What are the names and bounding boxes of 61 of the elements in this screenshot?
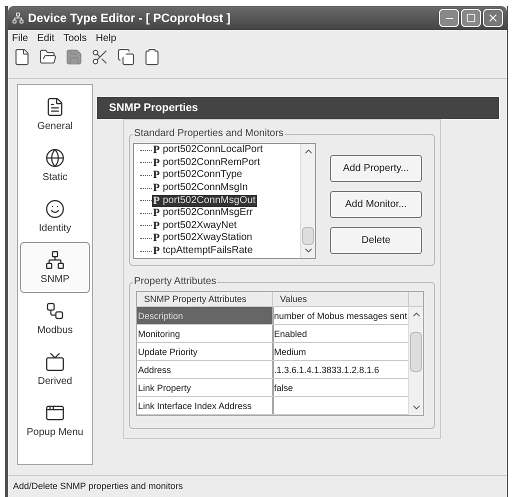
action-button[interactable]: Add Property... xyxy=(330,155,422,182)
table-cell[interactable]: .1.3.6.1.4.1.3833.1.2.8.1.6 xyxy=(274,361,408,378)
table-cell[interactable]: Monitoring xyxy=(137,325,274,342)
menu-item[interactable]: Help xyxy=(96,30,116,46)
sidebar-item[interactable]: Modbus xyxy=(20,293,90,344)
section-header: SNMP Properties xyxy=(97,97,499,119)
table-cell[interactable]: Link Property xyxy=(137,379,274,396)
list-item[interactable]: P tcpAttemptFailsRate xyxy=(152,245,254,258)
globe-icon xyxy=(45,148,65,168)
sidebar-item[interactable]: General xyxy=(20,89,90,140)
sidebar-item[interactable]: Identity xyxy=(20,191,90,242)
list-item[interactable]: P port502ConnType xyxy=(152,169,244,182)
list-item[interactable]: P port502ConnMsgIn xyxy=(152,182,249,194)
sidebar-item[interactable]: Derived xyxy=(20,344,90,395)
table-cell[interactable]: Enabled xyxy=(274,325,408,342)
smiley-icon xyxy=(45,198,65,218)
menu-item[interactable]: Tools xyxy=(63,30,87,46)
menu-item[interactable]: File xyxy=(12,30,28,46)
network-icon xyxy=(45,300,65,320)
table-cell[interactable]: Update Priority xyxy=(137,343,274,360)
minimize-button[interactable] xyxy=(439,9,459,27)
maximize-icon xyxy=(466,13,476,23)
list-item[interactable]: P port502ConnLocalPort xyxy=(152,144,264,156)
copy-icon[interactable] xyxy=(116,47,136,67)
tv-icon xyxy=(45,352,65,372)
sidebar-item[interactable]: Static xyxy=(20,140,90,191)
table-cell[interactable]: Medium xyxy=(274,343,408,360)
sidebar-item[interactable]: Popup Menu xyxy=(20,395,90,446)
table-cell[interactable]: Link Interface Index Address xyxy=(137,397,274,414)
menu-item[interactable]: Edit xyxy=(37,30,54,46)
table-cell[interactable]: Description xyxy=(137,307,274,324)
list-item[interactable]: P port502XwayNet xyxy=(152,220,238,232)
status-text: Add/Delete SNMP properties and monitors xyxy=(13,480,183,493)
list-item[interactable]: P port502ConnMsgErr xyxy=(152,207,254,220)
table-cell[interactable]: number of Mobus messages sent xyxy=(274,307,408,324)
group-title: Standard Properties and Monitors xyxy=(133,127,285,141)
list-item[interactable]: P port502XwayStation xyxy=(152,232,254,244)
list-item[interactable]: P port502ConnMsgOut xyxy=(152,194,257,207)
table-cell[interactable]: false xyxy=(274,379,408,396)
scrollbar[interactable] xyxy=(300,144,315,258)
scroll-thumb[interactable] xyxy=(410,332,422,372)
column-header[interactable]: Values xyxy=(273,292,409,306)
sidebar-item[interactable]: SNMP xyxy=(20,242,90,293)
table-cell[interactable]: Address xyxy=(137,361,274,378)
maximize-button[interactable] xyxy=(461,9,481,27)
close-icon xyxy=(487,12,499,24)
action-button[interactable]: Add Monitor... xyxy=(330,191,422,218)
close-button[interactable] xyxy=(483,9,503,27)
action-button[interactable]: Delete xyxy=(330,227,422,254)
scroll-thumb[interactable] xyxy=(302,227,314,245)
document-icon xyxy=(45,96,65,116)
property-list[interactable]: P port502ConnLocalPort P port502ConnRemPort P port502ConnType P port502ConnMsgIn P port502ConnMsgOut P port502ConnMsgErr P port502XwayNet P port502XwayStation P tcpAttemptFailsRate xyxy=(133,143,316,259)
scrollbar[interactable] xyxy=(408,307,423,415)
network-icon xyxy=(45,250,65,270)
app-icon xyxy=(12,12,24,24)
group-title: Property Attributes xyxy=(133,275,218,289)
column-header[interactable]: SNMP Property Attributes xyxy=(137,292,273,306)
window-icon xyxy=(45,402,65,422)
table-cell[interactable] xyxy=(274,397,408,414)
window-title: Device Type Editor - [ PCoproHost ] xyxy=(28,10,230,27)
list-item[interactable]: P port502ConnRemPort xyxy=(152,156,262,169)
